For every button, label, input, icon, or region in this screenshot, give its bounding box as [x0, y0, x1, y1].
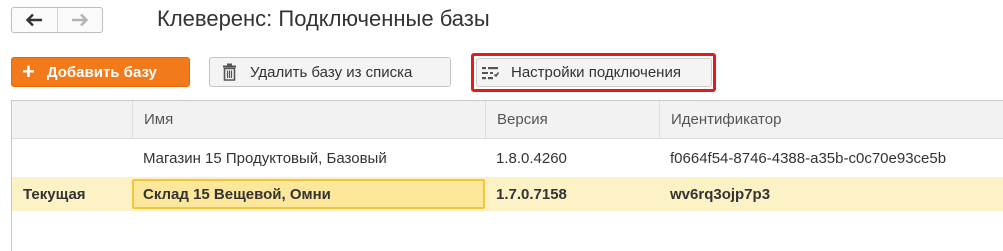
- table-row-current[interactable]: Текущая Склад 15 Вещевой, Омни 1.7.0.715…: [12, 177, 1003, 211]
- row-status: [12, 139, 132, 177]
- forward-button[interactable]: [56, 8, 103, 32]
- trash-icon: [222, 63, 237, 81]
- header-name[interactable]: Имя: [132, 101, 485, 138]
- connection-settings-button[interactable]: Настройки подключения: [476, 58, 712, 87]
- add-database-label: Добавить базу: [46, 63, 157, 81]
- add-database-button[interactable]: + Добавить базу: [11, 57, 190, 87]
- header-version[interactable]: Версия: [485, 101, 659, 138]
- arrow-right-icon: [71, 13, 88, 27]
- header-status[interactable]: [12, 101, 132, 138]
- row-name: Магазин 15 Продуктовый, Базовый: [143, 149, 387, 167]
- navigation-buttons: [11, 7, 103, 33]
- remove-database-label: Удалить базу из списка: [250, 63, 413, 81]
- table-header: Имя Версия Идентификатор: [12, 101, 1003, 139]
- row-identifier: f0664f54-8746-4388-a35b-c0c70e93ce5b: [670, 149, 947, 167]
- row-version: 1.7.0.7158: [496, 185, 567, 203]
- row-identifier: wv6rq3ojp7p3: [670, 185, 771, 203]
- page-title: Клеверенс: Подключенные базы: [157, 6, 490, 31]
- row-name-selected-cell[interactable]: Склад 15 Вещевой, Омни: [132, 179, 485, 209]
- databases-table: Имя Версия Идентификатор Магазин 15 Прод…: [11, 100, 1003, 251]
- table-row[interactable]: Магазин 15 Продуктовый, Базовый 1.8.0.42…: [12, 139, 1003, 177]
- row-status: Текущая: [23, 185, 86, 203]
- remove-database-button[interactable]: Удалить базу из списка: [209, 57, 451, 87]
- header-identifier[interactable]: Идентификатор: [659, 101, 1003, 138]
- arrow-left-icon: [26, 13, 43, 27]
- connection-settings-label: Настройки подключения: [511, 64, 681, 81]
- row-version: 1.8.0.4260: [496, 149, 567, 167]
- settings-list-icon: [482, 66, 499, 80]
- back-button[interactable]: [12, 8, 57, 32]
- plus-icon: +: [22, 59, 35, 84]
